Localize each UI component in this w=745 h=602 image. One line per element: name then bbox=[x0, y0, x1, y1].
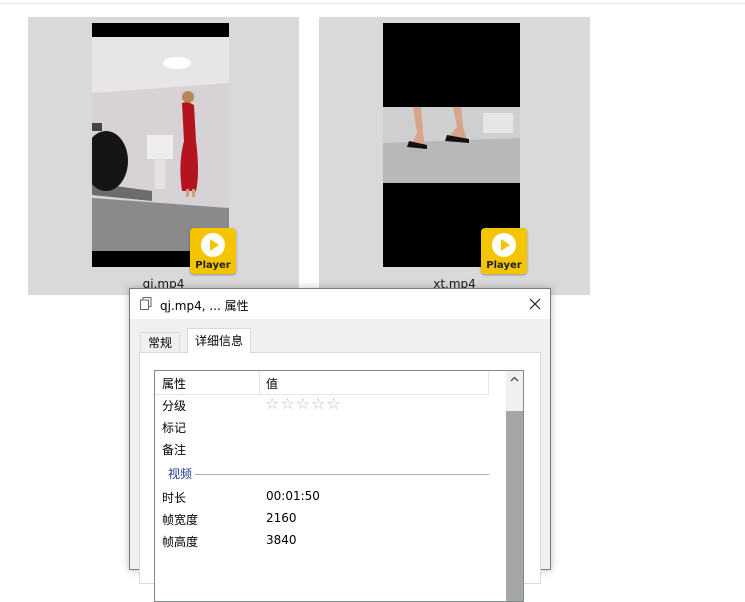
property-name: 帧高度 bbox=[162, 535, 199, 549]
dialog-title: qj.mp4, ... 属性 bbox=[160, 299, 249, 313]
column-header-property[interactable]: 属性 bbox=[162, 375, 186, 392]
property-row-frame-width[interactable]: 帧宽度 2160 bbox=[155, 508, 489, 530]
play-triangle-icon bbox=[210, 239, 219, 251]
property-list: 属性 值 分级 ☆☆☆☆☆ 标记 备注 视频 时长 00:01:50 帧宽度 2… bbox=[154, 370, 524, 602]
player-badge-xt[interactable]: Player bbox=[481, 228, 527, 274]
property-name: 分级 bbox=[162, 399, 187, 413]
property-value: 00:01:50 bbox=[266, 489, 320, 503]
file-tile-xt[interactable]: Player xt.mp4 bbox=[319, 17, 590, 295]
property-row-frame-height[interactable]: 帧高度 3840 bbox=[155, 530, 489, 552]
column-divider[interactable] bbox=[488, 371, 489, 394]
tab-details[interactable]: 详细信息 bbox=[187, 328, 252, 354]
property-row-tags[interactable]: 标记 bbox=[155, 416, 489, 438]
property-name: 帧宽度 bbox=[162, 513, 199, 527]
property-value: 3840 bbox=[266, 533, 297, 547]
list-header: 属性 值 bbox=[155, 371, 489, 395]
player-badge-qj[interactable]: Player bbox=[190, 228, 236, 274]
group-header-video: 视频 bbox=[155, 463, 489, 483]
chevron-up-icon bbox=[510, 376, 519, 382]
column-divider[interactable] bbox=[259, 371, 260, 394]
player-badge-label: Player bbox=[486, 260, 522, 271]
rating-stars[interactable]: ☆☆☆☆☆ bbox=[265, 394, 342, 413]
property-name: 标记 bbox=[162, 421, 187, 435]
details-panel: 属性 值 分级 ☆☆☆☆☆ 标记 备注 视频 时长 00:01:50 帧宽度 2… bbox=[139, 352, 541, 602]
column-header-value[interactable]: 值 bbox=[266, 375, 278, 392]
scroll-up-button[interactable] bbox=[506, 371, 523, 388]
close-button[interactable] bbox=[520, 289, 550, 319]
close-icon bbox=[529, 298, 541, 310]
dialog-titlebar[interactable]: qj.mp4, ... 属性 bbox=[130, 289, 550, 319]
file-tile-qj[interactable]: Player qj.mp4 bbox=[28, 17, 299, 295]
property-name: 时长 bbox=[162, 491, 187, 505]
property-row-rating[interactable]: 分级 ☆☆☆☆☆ bbox=[155, 394, 489, 416]
vertical-scrollbar[interactable] bbox=[506, 371, 523, 601]
top-divider bbox=[0, 3, 745, 4]
play-triangle-icon bbox=[501, 239, 510, 251]
property-row-comments[interactable]: 备注 bbox=[155, 438, 489, 460]
properties-dialog: qj.mp4, ... 属性 常规 详细信息 属性 值 分级 ☆☆☆☆☆ 标记 bbox=[129, 288, 551, 602]
scrollbar-thumb[interactable] bbox=[506, 411, 523, 601]
property-value: 2160 bbox=[266, 511, 297, 525]
group-divider bbox=[195, 474, 489, 475]
property-name: 备注 bbox=[162, 443, 187, 457]
property-row-duration[interactable]: 时长 00:01:50 bbox=[155, 486, 489, 508]
properties-icon bbox=[140, 297, 152, 310]
tab-general[interactable]: 常规 bbox=[140, 332, 181, 353]
player-badge-label: Player bbox=[195, 260, 231, 271]
group-label: 视频 bbox=[168, 467, 193, 481]
